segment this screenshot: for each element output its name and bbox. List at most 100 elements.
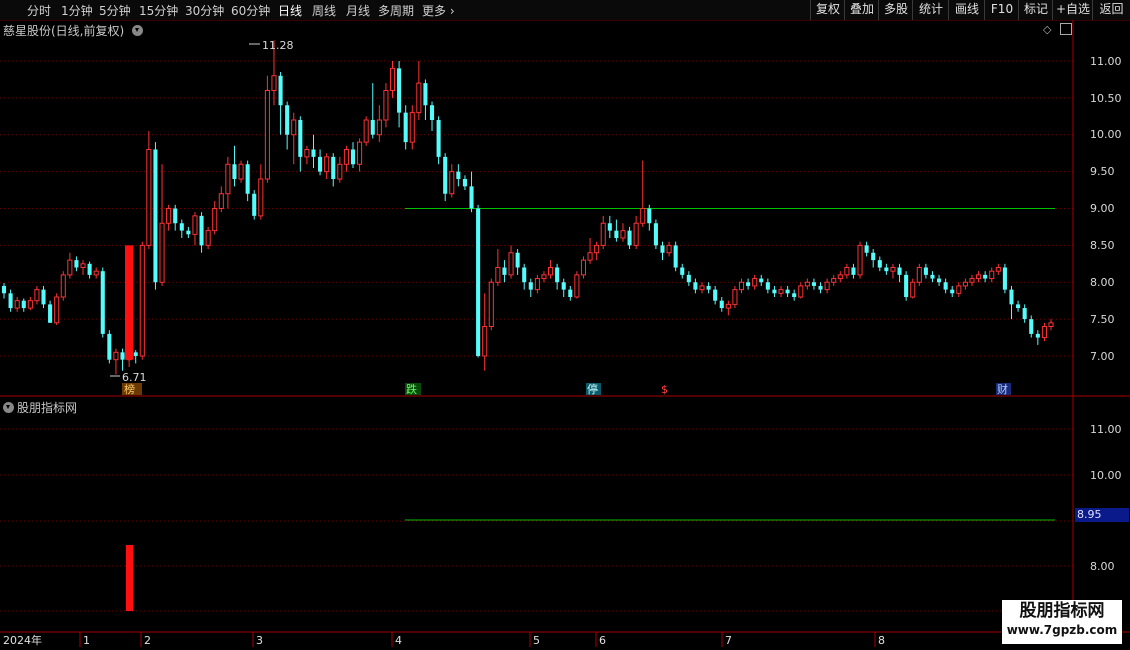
event-marker-drop[interactable]: 跌 (406, 382, 417, 396)
time-label-month: 1 (83, 634, 90, 647)
candle-body (930, 274, 935, 279)
candle-body (746, 282, 751, 286)
candle-body (93, 270, 99, 276)
candle-body (673, 245, 678, 268)
candle-body (113, 351, 119, 361)
candle-body (291, 119, 297, 136)
candle-body (416, 82, 422, 114)
candle-body (133, 352, 138, 356)
event-marker-dollar[interactable]: $ (661, 383, 668, 396)
candle-body (146, 149, 152, 246)
high-annotation: 11.28 (262, 39, 294, 52)
candle-body (87, 263, 92, 275)
time-label-month: 7 (725, 634, 732, 647)
candle-body (541, 274, 547, 280)
price-tick: 7.00 (1090, 350, 1115, 363)
candle-body (884, 267, 889, 272)
candle-body (633, 222, 639, 246)
candle-body (376, 119, 382, 136)
time-label-month: 6 (599, 634, 606, 647)
candle-body (337, 163, 343, 180)
candle-body (218, 193, 224, 209)
candle-body (811, 282, 816, 286)
candle-body (462, 179, 467, 187)
candle-body (397, 68, 402, 113)
candle-body (818, 285, 823, 290)
price-axis: 11.00 10.50 10.00 9.50 9.00 8.50 8.00 7.… (1090, 55, 1122, 363)
price-tick: 7.50 (1090, 313, 1115, 326)
candle-body (285, 105, 290, 135)
candle-body (232, 164, 237, 179)
price-tick: 10.50 (1090, 92, 1122, 105)
candle-body (8, 293, 13, 309)
kline-chart[interactable]: 11.00 10.50 10.00 9.50 9.00 8.50 8.00 7.… (0, 0, 1130, 650)
candle-body (271, 75, 277, 91)
candle-body (857, 244, 863, 276)
candle-body (34, 289, 40, 302)
candle-body (561, 282, 566, 290)
candle-body (238, 163, 244, 180)
event-marker-halt[interactable]: 停 (587, 382, 598, 396)
candle-body (357, 141, 363, 165)
candle-body (976, 274, 982, 280)
candle-body (706, 285, 711, 290)
candle-body (27, 300, 33, 309)
candle-body (956, 285, 962, 294)
candle-body (725, 303, 731, 309)
candle-body (995, 267, 1001, 272)
candle-body (693, 282, 698, 290)
candle-body (877, 260, 882, 268)
candle-body (837, 274, 843, 280)
candle-body (568, 289, 573, 297)
price-tick: 10.00 (1090, 128, 1122, 141)
candle-body (680, 267, 685, 275)
candle-body (186, 230, 191, 235)
candle-body (41, 289, 46, 305)
candle-body (488, 281, 494, 327)
price-tick: 11.00 (1090, 55, 1122, 68)
candle-body (166, 208, 172, 224)
candle-body (732, 289, 738, 305)
candle-body (469, 186, 474, 209)
candle-body (916, 267, 922, 283)
candle-body (436, 120, 441, 157)
grid-lines (0, 60, 1073, 612)
watermark: 股朋指标网 www.7gpzb.com (1002, 600, 1122, 644)
candle-body (225, 163, 231, 195)
candle-body (48, 304, 53, 323)
watermark-title: 股朋指标网 (1019, 601, 1105, 621)
candle-body (548, 267, 554, 276)
candle-body (179, 223, 184, 231)
candle-body (969, 278, 975, 283)
candle-body (120, 352, 125, 360)
candle-body (1009, 289, 1014, 305)
candle-body (759, 278, 764, 283)
candle-body (107, 333, 112, 360)
candle-body (607, 223, 612, 231)
event-marker-finance[interactable]: 财 (997, 382, 1008, 396)
candle-body (943, 282, 948, 290)
indicator-tick: 10.00 (1090, 469, 1122, 482)
candle-body (614, 230, 619, 238)
candle-body (778, 289, 784, 294)
candle-body (937, 278, 942, 283)
candle-body (831, 278, 837, 283)
candle-body (100, 271, 105, 334)
time-axis: 2024年 1 2 3 4 5 6 7 8 (3, 632, 885, 647)
candle-body (363, 119, 369, 143)
candle-body (331, 156, 336, 179)
candle-body (1035, 333, 1040, 338)
candle-body (350, 149, 356, 165)
candle-body (1016, 304, 1021, 309)
candle-body (423, 83, 428, 106)
candle-body (686, 274, 691, 283)
candle-body (1029, 319, 1034, 334)
candle-body (738, 281, 745, 291)
indicator-tick: 8.00 (1090, 560, 1115, 573)
candle-body (298, 120, 303, 157)
candle-body (1002, 267, 1007, 290)
event-marker-list[interactable]: 榜 (124, 382, 135, 396)
candle-body (627, 230, 632, 246)
candle-body (370, 120, 375, 135)
candle-body (1041, 326, 1047, 339)
